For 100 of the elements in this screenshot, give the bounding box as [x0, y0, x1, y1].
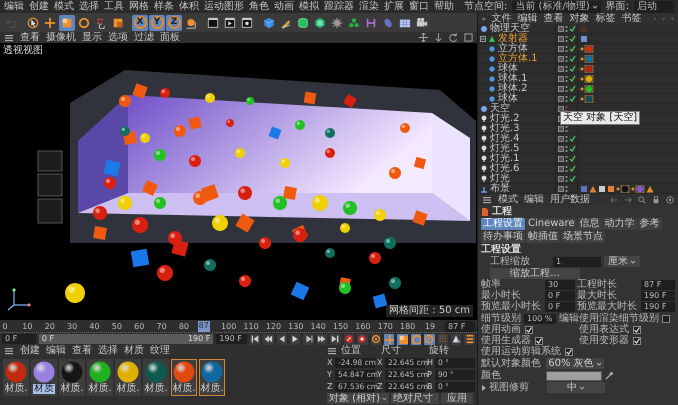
tab[interactable]: 工程设置	[481, 218, 525, 230]
layer-box-icon[interactable]	[558, 96, 564, 102]
layer-box-icon[interactable]	[558, 166, 564, 172]
tab[interactable]: 待办事项	[481, 231, 525, 243]
triangle-tag-icon[interactable]	[589, 184, 597, 192]
expand-arrow-icon[interactable]	[481, 384, 486, 390]
point-level-button[interactable]	[438, 334, 448, 344]
material-tag-icon[interactable]	[580, 44, 594, 52]
zoom-view-icon[interactable]	[434, 33, 443, 42]
menu-item[interactable]: 角色	[249, 2, 269, 12]
menu-item[interactable]: 过滤	[134, 32, 154, 42]
back-arrow-icon[interactable]	[610, 196, 618, 204]
menu-item[interactable]: 面板	[160, 32, 180, 42]
autokey-button[interactable]	[357, 334, 368, 344]
material-tag-icon[interactable]	[631, 184, 645, 192]
visibility-dots-icon[interactable]	[565, 54, 568, 62]
material-tag-icon[interactable]	[580, 64, 594, 72]
layer-box-icon[interactable]	[558, 106, 564, 112]
visibility-dots-icon[interactable]	[565, 184, 568, 192]
tab[interactable]: 场景节点	[561, 231, 605, 243]
material-tag-icon[interactable]	[616, 184, 630, 192]
menu-icon[interactable]	[327, 346, 337, 356]
tag-icon[interactable]	[607, 184, 615, 192]
material-tag-icon[interactable]	[580, 84, 594, 92]
menu-item[interactable]: 模式	[54, 2, 74, 12]
object-name-cell[interactable]: 球体.1	[478, 74, 556, 84]
tab[interactable]: 帧插值	[526, 231, 560, 243]
layer-box-icon[interactable]	[558, 36, 564, 42]
object-name-cell[interactable]: 球体.2	[478, 84, 556, 94]
material-tile[interactable]: 材质.	[199, 359, 225, 396]
next-frame-button[interactable]	[303, 334, 314, 344]
check-icon[interactable]	[569, 135, 576, 142]
object-name-cell[interactable]: 灯光.3	[478, 124, 556, 134]
material-tag-icon[interactable]	[580, 94, 594, 102]
object-name-cell[interactable]: 球体	[478, 64, 556, 74]
menu-item[interactable]: 文件	[492, 14, 512, 24]
object-name-cell[interactable]: 灯光	[478, 174, 556, 184]
menu-item[interactable]: 查看	[72, 346, 92, 356]
check-icon[interactable]	[569, 45, 576, 52]
target-icon[interactable]	[666, 196, 674, 204]
check-icon[interactable]	[569, 55, 576, 62]
parameter-key-button[interactable]	[424, 334, 435, 344]
tab[interactable]: Cineware	[526, 218, 577, 230]
object-name-cell[interactable]: 球体	[478, 94, 556, 104]
color-swatch[interactable]	[546, 370, 602, 380]
visibility-dots-icon[interactable]	[565, 134, 568, 142]
menu-item[interactable]: 窗口	[409, 2, 429, 12]
menu-item[interactable]: 网格	[129, 2, 149, 12]
frame-range-slider[interactable]: 0 F 190 F	[38, 334, 214, 344]
axis-lock-button[interactable]: Z	[166, 14, 182, 30]
menu-item[interactable]: 查看	[20, 32, 40, 42]
material-tile[interactable]: 材质	[31, 359, 57, 396]
timeline-ruler[interactable]: 0 10 20 30 40 50 60 70 80 87 100 110 120 130 140 150 160 170 180 19 87 F	[0, 320, 477, 333]
visibility-dots-icon[interactable]	[565, 144, 568, 152]
menu-item[interactable]: 创建	[29, 2, 49, 12]
material-tag-icon[interactable]	[580, 74, 594, 82]
layer-box-icon[interactable]	[558, 26, 564, 32]
object-name-cell[interactable]: 物理天空	[478, 24, 556, 34]
menu-icon[interactable]	[482, 194, 492, 204]
previous-frame-button[interactable]	[276, 334, 287, 344]
move-view-icon[interactable]	[419, 33, 428, 42]
tab[interactable]: 参考	[638, 218, 662, 230]
object-name-cell[interactable]: 天空	[478, 104, 556, 114]
menu-item[interactable]: 标签	[596, 14, 616, 24]
layout-field[interactable]: 启动	[634, 0, 674, 12]
object-name-cell[interactable]: 立方体	[478, 44, 556, 54]
check-icon[interactable]	[569, 95, 576, 102]
check-icon[interactable]	[569, 65, 576, 72]
check-icon[interactable]	[569, 175, 576, 182]
forward-arrow-icon[interactable]	[624, 196, 632, 204]
keyframe-selection-button[interactable]	[370, 334, 381, 344]
check-icon[interactable]	[569, 85, 576, 92]
current-frame-field[interactable]: 87 F	[445, 321, 475, 332]
menu-item[interactable]: 材质	[124, 346, 144, 356]
tag-icon[interactable]	[580, 34, 588, 42]
axis-lock-button[interactable]: Y	[149, 14, 165, 30]
rotate-view-icon[interactable]	[449, 33, 458, 42]
object-name-cell[interactable]: 灯光.1	[478, 154, 556, 164]
layer-box-icon[interactable]	[558, 76, 564, 82]
visibility-dots-icon[interactable]	[565, 124, 568, 132]
end-frame-field[interactable]: 190 F	[216, 334, 247, 344]
scale-tool-button[interactable]	[59, 14, 75, 30]
object-name-cell[interactable]: 灯光.5	[478, 144, 556, 154]
check-icon[interactable]	[569, 155, 576, 162]
object-name-cell[interactable]: 灯光.4	[478, 134, 556, 144]
layer-box-icon[interactable]	[558, 56, 564, 62]
menu-item[interactable]: 帮助	[434, 2, 454, 12]
menu-item[interactable]: 运动图形	[204, 2, 244, 12]
layer-box-icon[interactable]	[558, 156, 564, 162]
menu-item[interactable]: 选择	[79, 2, 99, 12]
layer-box-icon[interactable]	[558, 86, 564, 92]
node-space-select[interactable]: 当前 (标准/物理)	[512, 0, 601, 12]
go-to-end-button[interactable]	[330, 334, 341, 344]
menu-item[interactable]: 用户数据	[550, 194, 590, 204]
visibility-dots-icon[interactable]	[565, 94, 568, 102]
checkbox[interactable]	[633, 337, 641, 345]
visibility-dots-icon[interactable]	[565, 164, 568, 172]
number-field[interactable]: 100 %	[524, 314, 556, 324]
tab[interactable]: 信息	[578, 218, 602, 230]
menu-item[interactable]: 编辑	[4, 2, 24, 12]
